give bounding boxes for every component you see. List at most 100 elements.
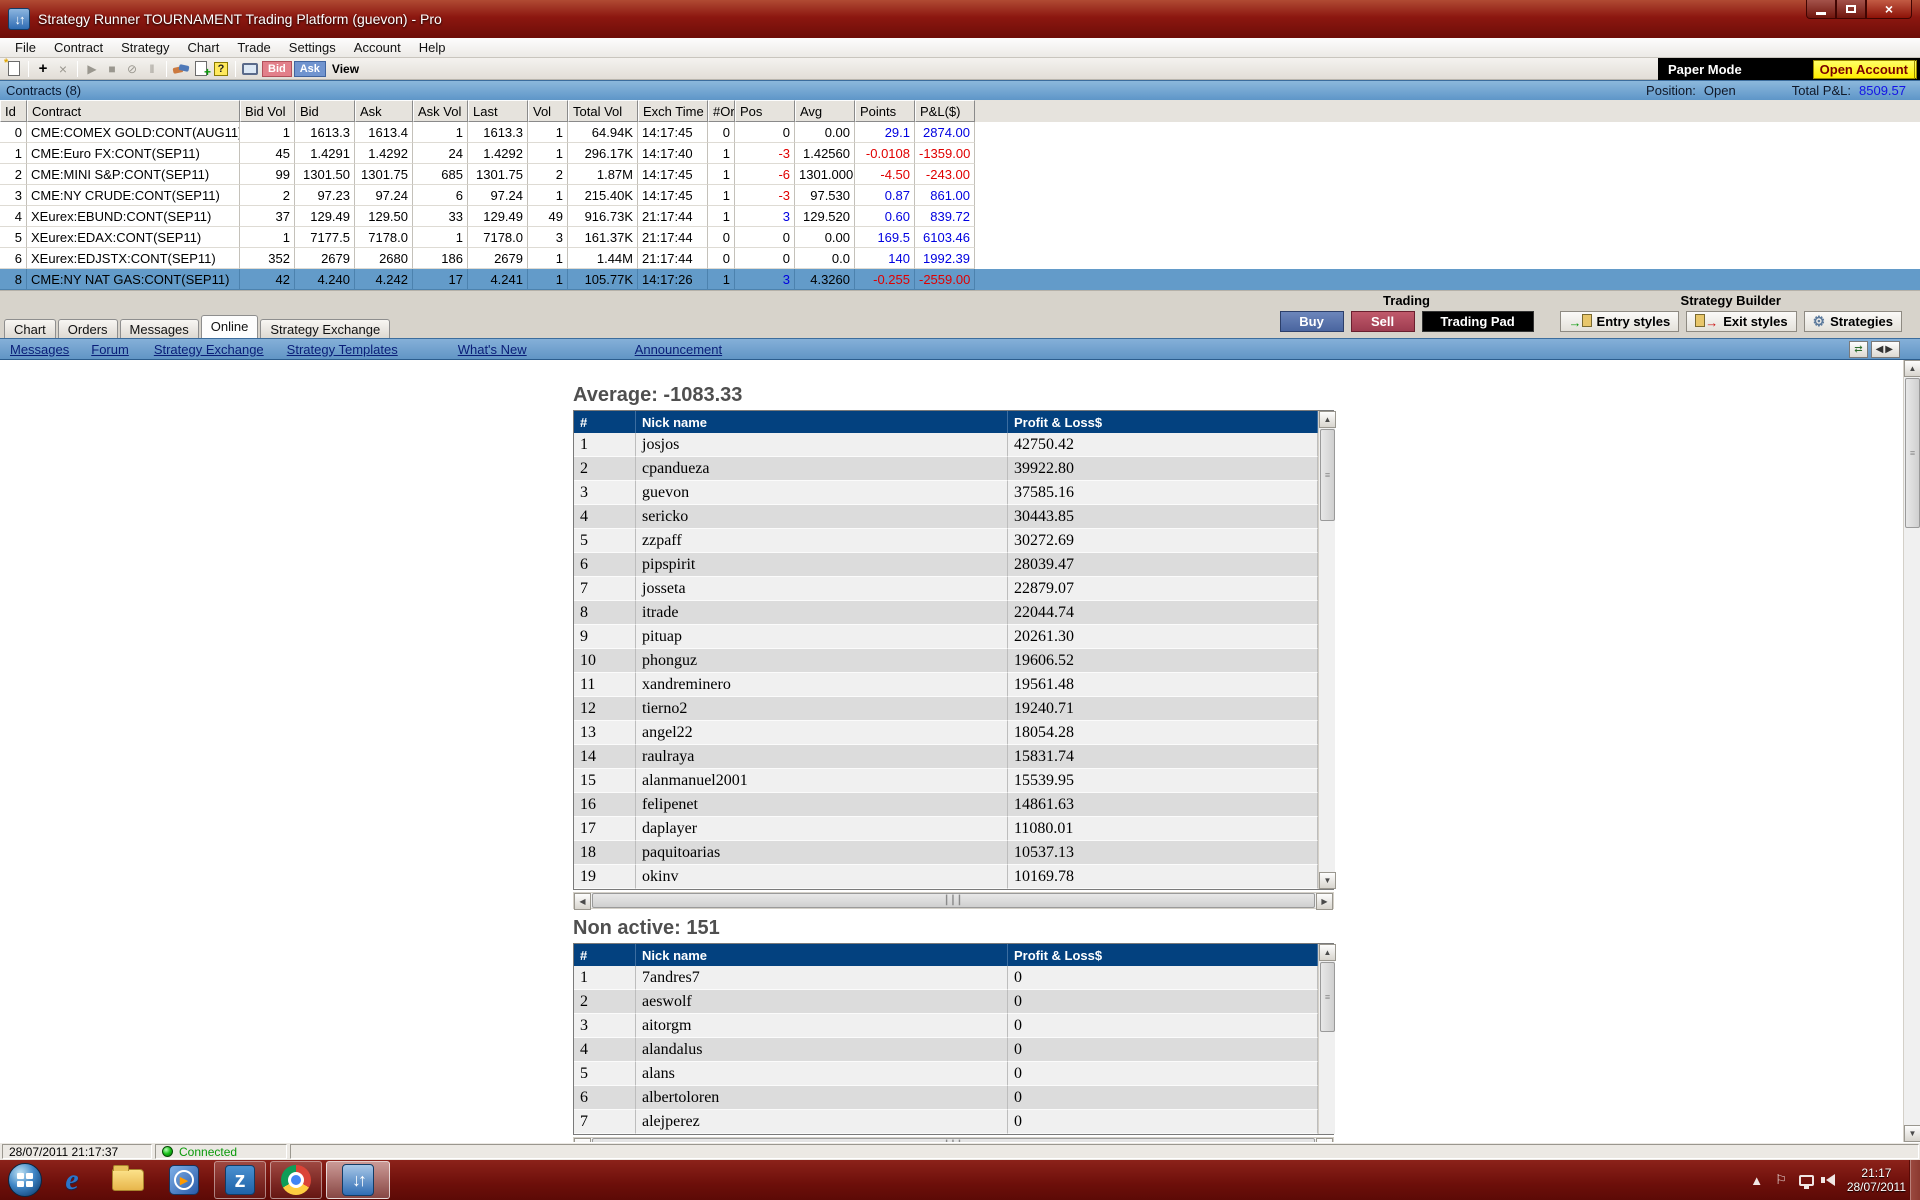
- scroll-down-icon[interactable]: ▼: [1904, 1125, 1920, 1142]
- scroll-down-icon[interactable]: ▼: [1319, 872, 1336, 889]
- scrollbar-thumb[interactable]: ≡: [1905, 378, 1920, 528]
- flag-icon[interactable]: ⚐: [1775, 1172, 1787, 1188]
- tray-expand-icon[interactable]: ▲: [1750, 1173, 1763, 1188]
- contract-row[interactable]: 5 XEurex:EDAX:CONT(SEP11) 1 7177.5 7178.0 1 71…: [0, 227, 1920, 248]
- link-what-s-new[interactable]: What's New: [458, 342, 527, 357]
- minimize-button[interactable]: [1806, 0, 1836, 19]
- contract-row[interactable]: 4 XEurex:EBUND:CONT(SEP11) 37 129.49 129.50 3…: [0, 206, 1920, 227]
- taskbar-explorer-button[interactable]: [102, 1161, 154, 1199]
- bid-toggle[interactable]: Bid: [262, 60, 292, 77]
- board-column-header[interactable]: #: [574, 411, 636, 433]
- link-strategy-templates[interactable]: Strategy Templates: [287, 342, 398, 357]
- contract-row[interactable]: 3 CME:NY CRUDE:CONT(SEP11) 2 97.23 97.24 6 97.…: [0, 185, 1920, 206]
- view-label[interactable]: View: [332, 62, 359, 76]
- speaker-icon[interactable]: [1820, 1174, 1835, 1186]
- stop-icon[interactable]: ■: [102, 60, 122, 78]
- start-button[interactable]: [8, 1163, 42, 1197]
- board-column-header[interactable]: Nick name: [636, 944, 1008, 966]
- board-column-header[interactable]: #: [574, 944, 636, 966]
- board-column-header[interactable]: Nick name: [636, 411, 1008, 433]
- scrollbar-thumb[interactable]: ≡: [1320, 962, 1335, 1032]
- remove-icon[interactable]: ×: [53, 60, 73, 78]
- trading-pad-button[interactable]: Trading Pad: [1421, 311, 1534, 332]
- menu-strategy[interactable]: Strategy: [112, 38, 178, 57]
- menu-help[interactable]: Help: [410, 38, 455, 57]
- column-header[interactable]: Bid: [295, 100, 355, 122]
- sell-button[interactable]: Sell: [1350, 311, 1415, 332]
- menu-trade[interactable]: Trade: [228, 38, 279, 57]
- column-header[interactable]: Last: [468, 100, 528, 122]
- column-header[interactable]: Pos: [735, 100, 795, 122]
- menu-contract[interactable]: Contract: [45, 38, 112, 57]
- scrollbar-thumb[interactable]: ┃┃┃: [592, 893, 1315, 908]
- play-icon[interactable]: ▶: [82, 60, 102, 78]
- tab-messages[interactable]: Messages: [119, 319, 199, 338]
- scroll-up-icon[interactable]: ▲: [1319, 944, 1336, 961]
- entry-styles-button[interactable]: → Entry styles: [1559, 311, 1680, 332]
- tab-strategy-exchange[interactable]: Strategy Exchange: [260, 319, 391, 338]
- refresh-icon[interactable]: ⇄: [1849, 341, 1868, 358]
- column-header[interactable]: Exch Time: [638, 100, 708, 122]
- scroll-left-icon[interactable]: ◀: [574, 893, 591, 910]
- column-header[interactable]: Total Vol: [568, 100, 638, 122]
- menu-settings[interactable]: Settings: [280, 38, 345, 57]
- quote-board-icon[interactable]: [240, 60, 260, 78]
- buy-button[interactable]: Buy: [1279, 311, 1344, 332]
- report-icon[interactable]: +: [191, 60, 211, 79]
- tab-orders[interactable]: Orders: [57, 319, 118, 338]
- scroll-right-icon[interactable]: ▶: [1316, 893, 1333, 910]
- column-header[interactable]: Ask: [355, 100, 413, 122]
- link-strategy-exchange[interactable]: Strategy Exchange: [154, 342, 264, 357]
- help-icon[interactable]: ?: [211, 60, 231, 78]
- non-active-vscrollbar[interactable]: ▲ ≡: [1318, 944, 1336, 1134]
- scroll-up-icon[interactable]: ▲: [1904, 360, 1920, 377]
- back-forward-icon[interactable]: ◀▶: [1870, 341, 1900, 358]
- taskbar-media-player-button[interactable]: ▶: [158, 1161, 210, 1199]
- taskbar-clock[interactable]: 21:17 28/07/2011: [1847, 1166, 1906, 1194]
- contract-row[interactable]: 8 CME:NY NAT GAS:CONT(SEP11) 42 4.240 4.242 1…: [0, 269, 1920, 290]
- menu-account[interactable]: Account: [345, 38, 410, 57]
- ask-toggle[interactable]: Ask: [293, 60, 326, 77]
- add-icon[interactable]: +: [33, 60, 53, 78]
- cancel-icon[interactable]: ⊘: [122, 60, 142, 78]
- tab-chart[interactable]: Chart: [4, 319, 56, 338]
- column-header[interactable]: Avg: [795, 100, 855, 122]
- column-header[interactable]: Id: [0, 100, 27, 122]
- contract-row[interactable]: 2 CME:MINI S&P:CONT(SEP11) 99 1301.50 1301.7…: [0, 164, 1920, 185]
- handshake-icon[interactable]: [171, 60, 191, 78]
- tab-online[interactable]: Online: [200, 315, 259, 338]
- contract-row[interactable]: 0 CME:COMEX GOLD:CONT(AUG11) 1 1613.3 1613.4…: [0, 122, 1920, 143]
- taskbar-strategy-runner-button[interactable]: ↓↑: [326, 1161, 390, 1199]
- show-desktop-button[interactable]: [1909, 1160, 1920, 1200]
- column-header[interactable]: Points: [855, 100, 915, 122]
- link-announcement[interactable]: Announcement: [635, 342, 722, 357]
- non-active-hscrollbar[interactable]: ◀ ┃┃┃ ▶: [573, 1137, 1334, 1142]
- column-header[interactable]: Contract: [27, 100, 240, 122]
- scrollbar-thumb[interactable]: ┃┃┃: [592, 1138, 1315, 1142]
- open-account-button[interactable]: Open Account: [1812, 59, 1917, 79]
- maximize-button[interactable]: [1836, 0, 1866, 19]
- column-header[interactable]: #Ord: [708, 100, 735, 122]
- link-forum[interactable]: Forum: [91, 342, 129, 357]
- taskbar-z-app-button[interactable]: z: [214, 1161, 266, 1199]
- menu-file[interactable]: File: [6, 38, 45, 57]
- contract-row[interactable]: 6 XEurex:EDJSTX:CONT(SEP11) 352 2679 2680 186…: [0, 248, 1920, 269]
- taskbar-ie-button[interactable]: e: [46, 1161, 98, 1199]
- menu-chart[interactable]: Chart: [179, 38, 229, 57]
- contract-row[interactable]: 1 CME:Euro FX:CONT(SEP11) 45 1.4291 1.4292 24…: [0, 143, 1920, 164]
- column-header[interactable]: Vol: [528, 100, 568, 122]
- new-contract-icon[interactable]: *: [4, 57, 24, 78]
- column-header[interactable]: P&L($): [915, 100, 975, 122]
- leaderboard-vscrollbar[interactable]: ▲ ≡ ▼: [1318, 411, 1336, 889]
- strategies-button[interactable]: ⚙ Strategies: [1803, 311, 1902, 332]
- column-header[interactable]: Ask Vol: [413, 100, 468, 122]
- column-header[interactable]: Bid Vol: [240, 100, 295, 122]
- exit-styles-button[interactable]: → Exit styles: [1686, 311, 1797, 332]
- scrollbar-thumb[interactable]: ≡: [1320, 429, 1335, 521]
- leaderboard-hscrollbar[interactable]: ◀ ┃┃┃ ▶: [573, 892, 1334, 910]
- close-button[interactable]: ×: [1866, 0, 1912, 19]
- link-messages[interactable]: Messages: [10, 342, 69, 357]
- network-icon[interactable]: [1798, 1174, 1814, 1189]
- taskbar-chrome-button[interactable]: [270, 1161, 322, 1199]
- board-column-header[interactable]: Profit & Loss$: [1008, 411, 1318, 433]
